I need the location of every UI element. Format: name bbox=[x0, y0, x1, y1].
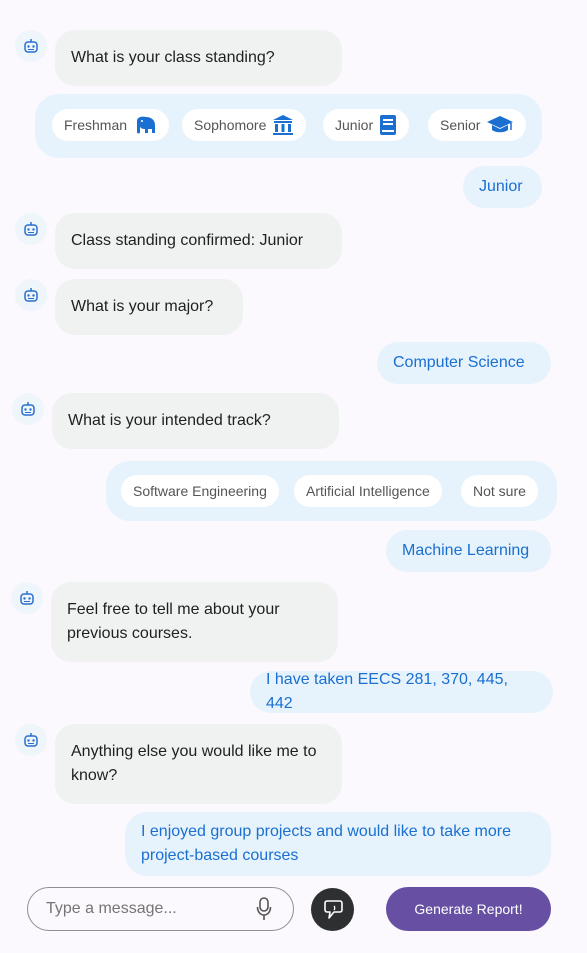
generate-report-button[interactable]: Generate Report! bbox=[386, 887, 551, 931]
bot-message: Anything else you would like me to know? bbox=[55, 724, 342, 804]
message-input-field[interactable] bbox=[27, 887, 294, 931]
bot-message: Feel free to tell me about your previous… bbox=[51, 582, 338, 662]
robot-icon bbox=[24, 39, 38, 53]
option-label: Freshman bbox=[64, 117, 128, 133]
option-not-sure[interactable]: Not sure bbox=[461, 475, 538, 507]
robot-icon bbox=[24, 288, 38, 302]
robot-icon bbox=[24, 733, 38, 747]
message-input[interactable] bbox=[46, 900, 253, 918]
robot-icon bbox=[20, 591, 34, 605]
standing-options: Freshman Sophomore Junior Senior bbox=[35, 94, 542, 158]
bot-avatar bbox=[15, 724, 47, 756]
option-label: Junior bbox=[335, 117, 374, 133]
option-senior[interactable]: Senior bbox=[428, 109, 527, 141]
option-artificial-intelligence[interactable]: Artificial Intelligence bbox=[294, 475, 442, 507]
option-freshman[interactable]: Freshman bbox=[52, 109, 170, 141]
option-label: Senior bbox=[440, 117, 481, 133]
bot-avatar bbox=[15, 279, 47, 311]
bot-avatar bbox=[12, 393, 44, 425]
user-message: I enjoyed group projects and would like … bbox=[125, 812, 551, 876]
elephant-icon bbox=[133, 115, 157, 135]
bot-message: What is your major? bbox=[55, 279, 243, 335]
book-icon bbox=[379, 114, 397, 136]
bot-avatar bbox=[15, 30, 47, 62]
bot-message: Class standing confirmed: Junior bbox=[55, 213, 342, 269]
option-label: Sophomore bbox=[194, 117, 267, 133]
chat-panel: What is your class standing? Freshman So… bbox=[0, 0, 587, 953]
option-label: Not sure bbox=[473, 483, 526, 499]
robot-icon bbox=[24, 222, 38, 236]
user-message: Junior bbox=[463, 166, 542, 208]
voice-chat-icon bbox=[323, 899, 343, 919]
option-junior[interactable]: Junior bbox=[323, 109, 410, 141]
option-software-engineering[interactable]: Software Engineering bbox=[121, 475, 279, 507]
bot-message: What is your intended track? bbox=[52, 393, 339, 449]
museum-icon bbox=[272, 114, 294, 136]
microphone-icon[interactable] bbox=[253, 897, 275, 921]
voice-chat-button[interactable] bbox=[311, 888, 354, 931]
option-label: Artificial Intelligence bbox=[306, 483, 430, 499]
user-message: Computer Science bbox=[377, 342, 551, 384]
graduation-cap-icon bbox=[486, 115, 514, 135]
bot-message: What is your class standing? bbox=[55, 30, 342, 86]
bot-avatar bbox=[11, 582, 43, 614]
option-label: Software Engineering bbox=[133, 483, 267, 499]
option-sophomore[interactable]: Sophomore bbox=[182, 109, 307, 141]
robot-icon bbox=[21, 402, 35, 416]
user-message: I have taken EECS 281, 370, 445, 442 bbox=[250, 671, 553, 713]
track-options: Software Engineering Artificial Intellig… bbox=[106, 461, 557, 521]
bot-avatar bbox=[15, 213, 47, 245]
user-message: Machine Learning bbox=[386, 530, 551, 572]
